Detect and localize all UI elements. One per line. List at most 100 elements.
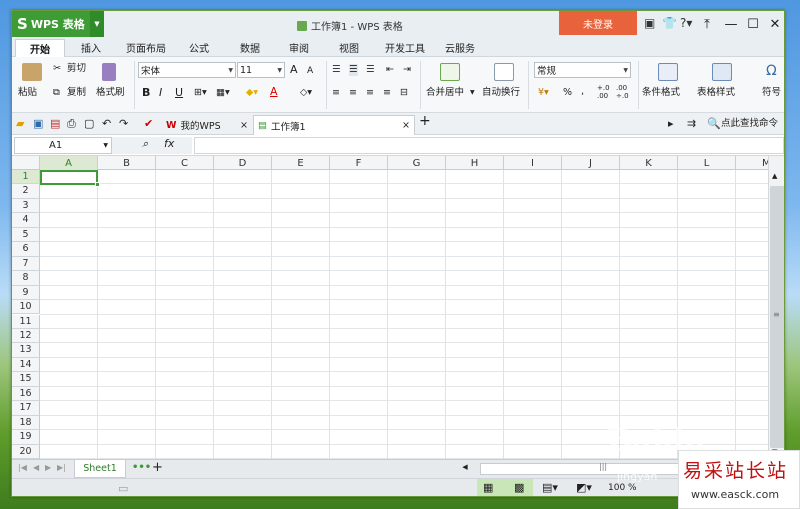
tab-formulas[interactable]: 公式 — [189, 40, 209, 55]
print-preview-icon[interactable]: ▢ — [84, 117, 94, 130]
justify-icon[interactable]: ≡ — [383, 87, 391, 99]
merge-center-icon[interactable] — [440, 63, 460, 81]
active-cell-a1[interactable] — [40, 170, 100, 187]
column-header[interactable]: A — [40, 156, 98, 170]
minimize-button[interactable]: — — [720, 14, 742, 34]
name-box[interactable]: A1 ▼ — [14, 137, 112, 154]
document-icon[interactable]: ▸ — [668, 117, 674, 130]
column-header[interactable]: G — [388, 156, 446, 170]
new-tab-button[interactable]: + — [419, 114, 431, 128]
column-header[interactable]: K — [620, 156, 678, 170]
align-left-icon[interactable]: ≡ — [332, 87, 340, 99]
merge-center-button[interactable]: 合并居中 — [426, 87, 464, 99]
more-sheets-button[interactable]: ••• — [132, 462, 151, 473]
column-header[interactable]: H — [446, 156, 504, 170]
column-header[interactable]: J — [562, 156, 620, 170]
align-top-icon[interactable]: ☰ — [332, 64, 341, 76]
add-sheet-button[interactable]: + — [152, 460, 163, 475]
first-sheet-icon[interactable]: |◀ — [18, 463, 27, 472]
row-header[interactable]: 19 — [12, 430, 40, 445]
conditional-format-icon[interactable] — [658, 63, 678, 81]
table-style-icon[interactable] — [712, 63, 732, 81]
grow-font-button[interactable]: A — [290, 64, 298, 76]
close-button[interactable]: ✕ — [764, 14, 784, 34]
row-header[interactable]: 11 — [12, 314, 40, 329]
align-middle-icon[interactable]: ☰ — [349, 64, 358, 76]
table-style-button[interactable]: 表格样式 — [697, 87, 735, 99]
login-button[interactable]: 未登录 — [559, 11, 637, 35]
clear-format-icon[interactable]: ◇▾ — [300, 87, 312, 99]
copy-button[interactable]: 复制 — [67, 87, 86, 99]
row-header[interactable]: 3 — [12, 198, 40, 214]
close-icon[interactable]: × — [240, 120, 248, 131]
row-header[interactable]: 8 — [12, 271, 40, 286]
chevron-down-icon[interactable]: ▼ — [470, 87, 475, 99]
row-header[interactable]: 20 — [12, 444, 40, 459]
tab-review[interactable]: 审阅 — [289, 40, 309, 55]
row-header[interactable]: 6 — [12, 242, 40, 257]
cell-style-icon[interactable]: ▦▾ — [216, 87, 230, 99]
spreadsheet-grid[interactable]: A B C D E F G H I J K L M 12345678910111… — [12, 156, 768, 459]
distribute-icon[interactable]: ⊟ — [400, 87, 408, 99]
tab-my-wps[interactable]: W 我的WPS × — [162, 115, 252, 135]
format-painter-button[interactable]: 格式刷 — [96, 87, 125, 99]
wrap-text-icon[interactable] — [494, 63, 514, 81]
insert-function-button[interactable]: fx — [164, 137, 174, 150]
decrease-decimal-button[interactable]: .00 ÷.0 — [616, 84, 630, 100]
chevron-down-icon[interactable]: ▼ — [90, 11, 104, 37]
next-sheet-icon[interactable]: ▶ — [45, 463, 51, 472]
conditional-format-button[interactable]: 条件格式 — [642, 87, 680, 99]
italic-button[interactable]: I — [159, 87, 162, 99]
save-icon[interactable]: ▣ — [33, 117, 43, 130]
column-header[interactable]: C — [156, 156, 214, 170]
borders-icon[interactable]: ⊞▾ — [194, 87, 207, 99]
row-header[interactable]: 1 — [12, 170, 40, 185]
tab-view[interactable]: 视图 — [339, 40, 359, 55]
normal-view-button[interactable]: ▦ — [477, 479, 533, 496]
bold-button[interactable]: B — [142, 87, 150, 99]
column-header[interactable]: I — [504, 156, 562, 170]
row-header[interactable]: 15 — [12, 372, 40, 387]
formula-input[interactable] — [194, 137, 784, 154]
horizontal-scrollbar[interactable]: ||| — [480, 462, 710, 475]
restore-ribbon-button[interactable]: ⤒ — [696, 14, 718, 34]
font-size-select[interactable]: 11 ▼ — [237, 62, 285, 78]
prev-sheet-icon[interactable]: ◀ — [33, 463, 39, 472]
maximize-button[interactable]: ☐ — [742, 14, 764, 34]
column-header[interactable]: F — [330, 156, 388, 170]
macro-icon[interactable]: ▭ — [118, 482, 128, 495]
vertical-scrollbar[interactable]: ▲ ≡ ▼ — [768, 156, 784, 459]
format-painter-icon[interactable] — [102, 63, 116, 81]
copy-icon[interactable]: ⧉ — [53, 87, 60, 99]
underline-button[interactable]: U — [175, 87, 183, 99]
page-break-icon[interactable]: ▩ — [514, 481, 524, 494]
cut-button[interactable]: 剪切 — [67, 63, 86, 75]
skin-icon[interactable]: ▣ — [644, 16, 655, 30]
open-icon[interactable]: ▰ — [16, 117, 24, 130]
symbol-button[interactable]: 符号 — [762, 87, 781, 99]
row-header[interactable]: 2 — [12, 184, 40, 199]
row-header[interactable]: 13 — [12, 343, 40, 358]
last-sheet-icon[interactable]: ▶| — [57, 463, 66, 472]
zoom-search-icon[interactable]: ⌕ — [142, 137, 148, 151]
reading-mode-icon[interactable]: ◩▾ — [576, 481, 592, 494]
shrink-font-button[interactable]: A — [307, 65, 313, 77]
row-header[interactable]: 17 — [12, 401, 40, 416]
row-header[interactable]: 5 — [12, 227, 40, 243]
undo-icon[interactable]: ↶ — [102, 117, 111, 130]
indent-increase-icon[interactable]: ⇥ — [403, 64, 411, 76]
tab-insert[interactable]: 插入 — [81, 40, 101, 55]
tab-page-layout[interactable]: 页面布局 — [126, 40, 166, 55]
row-header[interactable]: 12 — [12, 328, 40, 344]
shirt-icon[interactable]: 👕 — [662, 16, 677, 30]
paste-icon[interactable] — [22, 63, 42, 81]
column-header[interactable]: B — [98, 156, 156, 170]
find-command-input[interactable]: 点此查找命令 — [721, 117, 778, 130]
symbol-icon[interactable]: Ω — [766, 64, 777, 78]
print-icon[interactable]: ⎙ — [67, 117, 76, 130]
font-name-select[interactable]: 宋体 ▼ — [138, 62, 236, 78]
increase-decimal-button[interactable]: +.0 .00 — [597, 84, 611, 100]
column-header[interactable]: D — [214, 156, 272, 170]
row-header[interactable]: 7 — [12, 256, 40, 272]
currency-icon[interactable]: ¥▾ — [538, 87, 549, 99]
